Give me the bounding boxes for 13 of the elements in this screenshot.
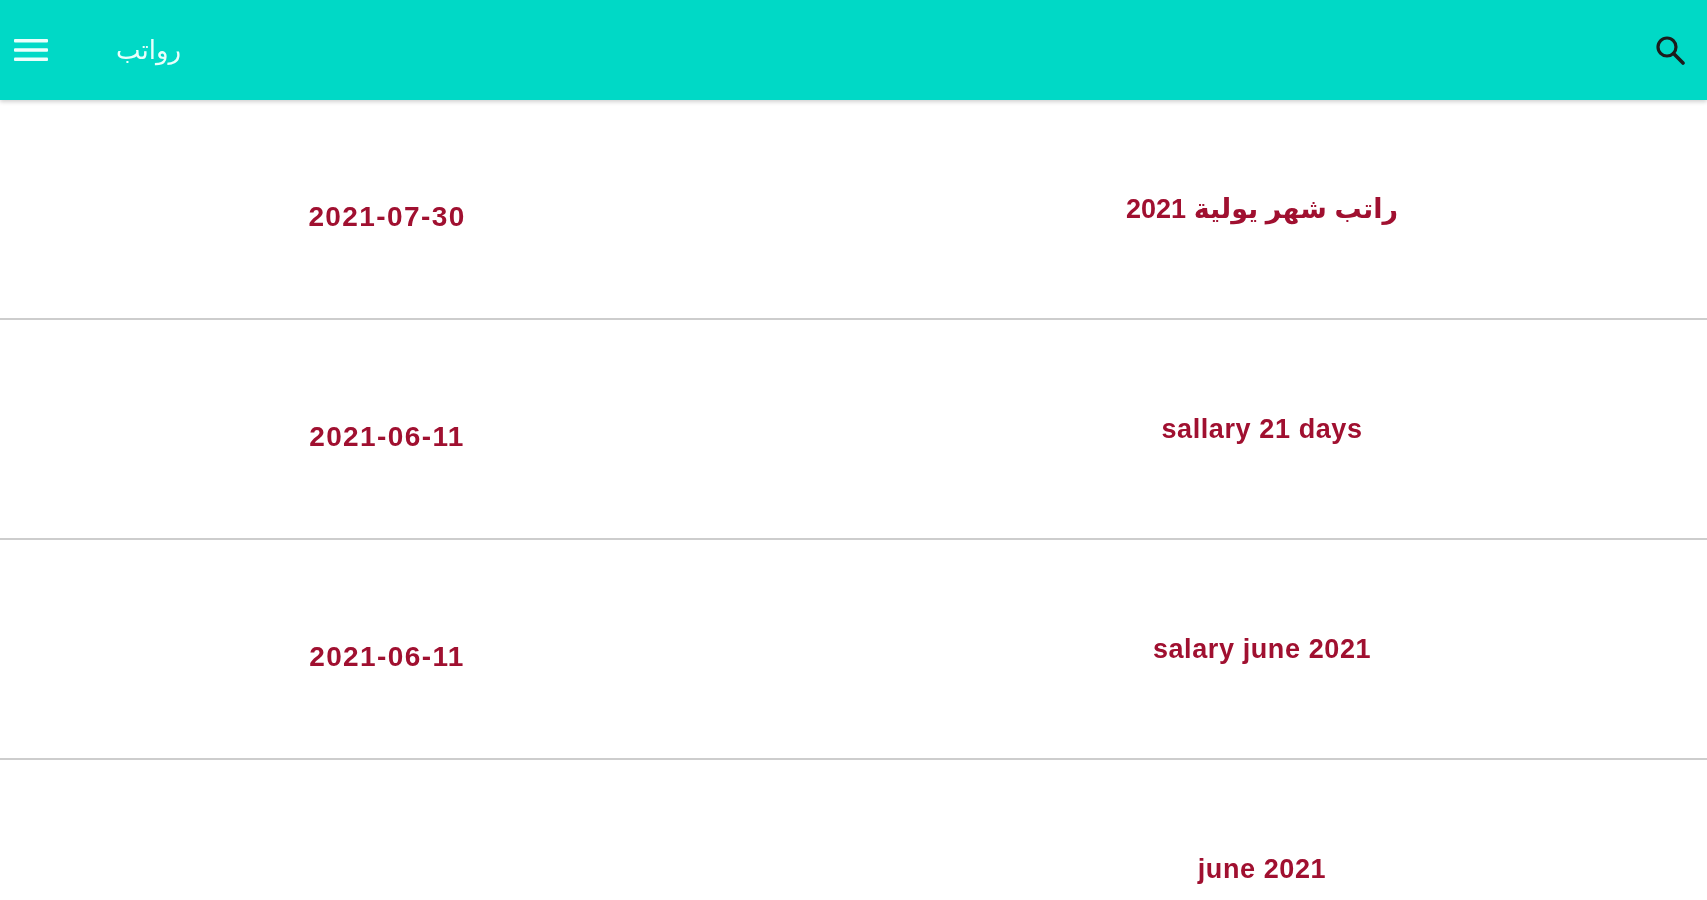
salary-title: راتب شهر يولية 2021	[1126, 193, 1398, 225]
menu-icon	[14, 38, 48, 62]
salary-date: 2021-06-11	[309, 641, 465, 673]
salary-date: 2021-06-11	[309, 421, 465, 453]
salary-date: 2021-07-30	[308, 201, 466, 233]
salary-list-item[interactable]: june 2021	[0, 760, 1707, 900]
app-title: رواتب	[116, 35, 182, 65]
salary-title: june 2021	[1197, 853, 1327, 885]
salary-title: salary june 2021	[1152, 633, 1372, 665]
search-icon	[1655, 35, 1685, 65]
salary-list-item[interactable]: 2021-06-11 salary june 2021	[0, 540, 1707, 760]
salary-list-item[interactable]: 2021-06-11 sallary 21 days	[0, 320, 1707, 540]
salary-title: sallary 21 days	[1161, 413, 1363, 445]
